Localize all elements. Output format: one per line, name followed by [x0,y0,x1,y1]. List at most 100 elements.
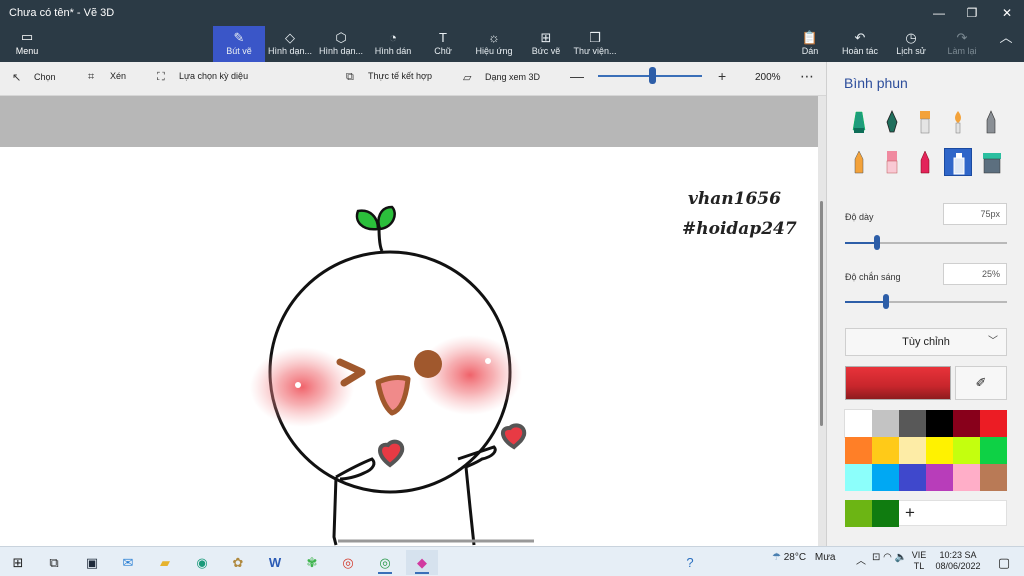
redo-icon: ↷ [956,30,968,45]
crop-button[interactable]: ⌗ Xén [88,71,126,87]
taskbar-app-mail[interactable]: ✉ [112,550,144,575]
thickness-input[interactable]: 75px [943,203,1007,225]
taskbar-app-paint[interactable]: ✿ [222,550,254,575]
taskbar-app-chrome-profile[interactable]: ◎ [369,550,401,575]
zoom-out-button[interactable]: — [570,68,584,84]
tab-brushes[interactable]: ✎ Bút vẽ [213,26,265,62]
history-button[interactable]: ◷ Lịch sử [893,26,929,62]
taskbar-app-chat[interactable]: ▣ [76,550,108,575]
magic-select-button[interactable]: ⛶ Lựa chọn kỳ diệu [157,71,248,87]
watercolor-brush[interactable] [944,108,972,136]
crayon-brush[interactable] [911,148,939,176]
palette-swatch[interactable] [980,410,1007,437]
palette-swatch[interactable] [845,464,872,491]
custom-color-swatch[interactable] [872,500,899,527]
tab-text[interactable]: T Chữ [426,26,460,62]
2d-shapes-icon: ◇ [285,30,295,45]
tab-effects[interactable]: ☼ Hiệu ứng [472,26,516,62]
brush-style-dropdown[interactable]: Tùy chỉnh ﹀ [845,328,1007,356]
palette-swatch[interactable] [872,464,899,491]
help-icon: ? [686,555,694,570]
current-color-swatch[interactable] [845,366,951,400]
palette-swatch[interactable] [845,437,872,464]
scrollbar-thumb[interactable] [820,201,823,426]
palette-swatch[interactable] [926,464,953,491]
paste-icon: 📋 [801,30,819,45]
tab-stickers[interactable]: ◔ Hình dán [370,26,416,62]
taskbar-app-paint-3d[interactable]: ◆ [406,550,438,575]
pixel-pen-brush[interactable] [977,108,1005,136]
thickness-slider[interactable] [845,242,1007,244]
mixed-reality-button[interactable]: ⧉ Thực tế kết hợp [346,71,432,87]
taskbar-app-chrome[interactable]: ◎ [332,550,364,575]
task-view-icon: ⧉ [49,555,59,570]
3d-view-button[interactable]: ▱ Dạng xem 3D [463,71,540,87]
drawing-canvas[interactable]: vhan1656 #hoidap247 [0,147,818,546]
tray-icons[interactable]: ⊡ ◠ 🔈 [872,552,907,563]
thickness-slider-thumb[interactable] [874,235,881,250]
task-view-button[interactable]: ⧉ [38,550,70,575]
tab-3d-library[interactable]: ❒ Thư viện... [572,26,618,62]
palette-swatch[interactable] [844,409,873,438]
palette-swatch[interactable] [872,410,899,437]
taskbar-app-photos[interactable]: ✾ [296,550,328,575]
show-hidden-icons-button[interactable]: ︿ [856,552,866,567]
canvas-scrollbar[interactable] [818,96,826,546]
palette-swatch[interactable] [899,464,926,491]
zoom-in-button[interactable]: + [718,68,726,84]
airbrush-brush[interactable] [944,148,972,176]
3d-shapes-icon: ⬡ [335,30,347,45]
notification-button[interactable]: ▢ [988,550,1020,575]
language-indicator[interactable]: VIE TL [910,550,928,572]
calligraphy-pen-brush[interactable] [878,108,906,136]
minimize-button[interactable]: — [922,0,956,26]
eraser-brush[interactable] [878,148,906,176]
palette-swatch[interactable] [926,437,953,464]
add-color-button[interactable]: + [905,503,915,523]
paste-button[interactable]: 📋 Dán [796,26,824,62]
palette-swatch[interactable] [899,437,926,464]
palette-swatch[interactable] [872,437,899,464]
start-button[interactable]: ⊞ [2,550,34,575]
fill-brush[interactable] [977,148,1005,176]
menu-button[interactable]: ▭ Menu [12,26,42,62]
canvas-area[interactable]: vhan1656 #hoidap247 [0,96,818,546]
collapse-ribbon-button[interactable]: ︿ [994,26,1018,62]
palette-swatch[interactable] [899,410,926,437]
oil-brush[interactable] [911,108,939,136]
palette-swatch[interactable] [953,437,980,464]
maximize-button[interactable]: ❐ [955,0,989,26]
taskbar-app-word[interactable]: W [259,550,291,575]
palette-swatch[interactable] [953,464,980,491]
help-button[interactable]: ? [674,550,706,575]
redo-button[interactable]: ↷ Làm lại [944,26,980,62]
eyedropper-button[interactable]: ✐ [955,366,1007,400]
opacity-input[interactable]: 25% [943,263,1007,285]
palette-swatch[interactable] [980,437,1007,464]
pencil-brush[interactable] [845,148,873,176]
tab-2d-shapes[interactable]: ◇ Hình dạn... [265,26,315,62]
tab-3d-shapes[interactable]: ⬡ Hình dạn... [316,26,366,62]
select-button[interactable]: ↖ Chọn [12,71,56,87]
undo-button[interactable]: ↶ Hoàn tác [838,26,882,62]
taskbar: ⊞ ⧉ ▣ ✉ ▰ ◉ ✿ W ✾ ◎ ◎ ◆ ? ☂ 28°C Mưa ︿ ⊡… [0,546,1024,576]
marker-brush[interactable] [845,108,873,136]
magic-select-icon: ⛶ [157,71,165,83]
custom-color-swatch[interactable] [845,500,872,527]
palette-swatch[interactable] [926,410,953,437]
palette-swatch[interactable] [980,464,1007,491]
weather-widget[interactable]: ☂ 28°C Mưa [772,552,835,563]
title-bar: Chưa có tên* - Vẽ 3D — ❐ ✕ [0,0,1024,26]
opacity-slider[interactable] [845,301,1007,303]
close-button[interactable]: ✕ [990,0,1024,26]
tab-canvas[interactable]: ⊞ Bức vẽ [526,26,566,62]
taskbar-app-explorer[interactable]: ▰ [149,550,181,575]
clock[interactable]: 10:23 SA 08/06/2022 [933,550,983,572]
taskbar-app-edge[interactable]: ◉ [186,550,218,575]
palette-swatch[interactable] [953,410,980,437]
mail-icon: ✉ [122,555,134,570]
zoom-slider-thumb[interactable] [649,67,657,84]
opacity-slider-thumb[interactable] [882,294,889,309]
rain-icon: ☂ [772,552,781,563]
more-options-button[interactable]: ⋯ [800,68,814,85]
